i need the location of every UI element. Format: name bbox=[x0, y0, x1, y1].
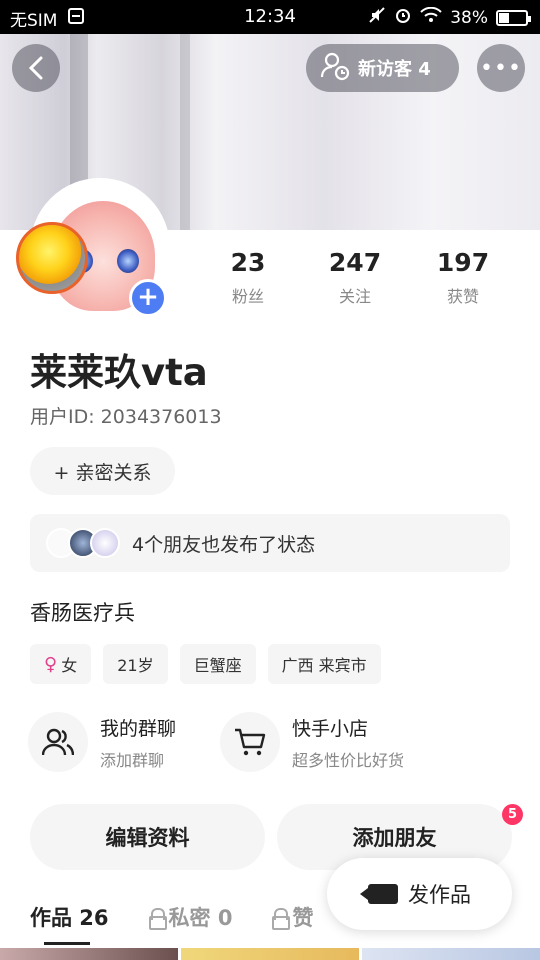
wifi-icon bbox=[420, 6, 442, 28]
avatar-pendant-icon bbox=[16, 222, 88, 294]
tab-works[interactable]: 作品 26 bbox=[30, 902, 109, 932]
location-tag: 广西 来宾市 bbox=[267, 644, 381, 684]
profile-name: 莱莱玖vta bbox=[30, 351, 208, 394]
friend-avatar bbox=[90, 528, 120, 558]
stat-following[interactable]: 247 关注 bbox=[310, 248, 400, 307]
age-tag: 21岁 bbox=[103, 644, 168, 684]
visitor-icon bbox=[320, 51, 350, 86]
edit-profile-button[interactable]: 编辑资料 bbox=[30, 804, 265, 870]
more-options-button[interactable]: ••• bbox=[477, 44, 525, 92]
alarm-icon bbox=[394, 6, 412, 29]
zodiac-tag: 巨蟹座 bbox=[179, 644, 256, 684]
feature-title: 快手小店 bbox=[292, 717, 369, 740]
new-visitors-button[interactable]: 新访客 4 bbox=[306, 44, 459, 92]
my-group-chat[interactable]: 我的群聊 添加群聊 bbox=[28, 712, 176, 772]
work-thumbnail[interactable] bbox=[0, 948, 178, 960]
visitor-label: 新访客 4 bbox=[358, 59, 431, 80]
stat-fans[interactable]: 23 粉丝 bbox=[203, 248, 293, 307]
user-id[interactable]: 用户ID: 2034376013 bbox=[30, 402, 222, 429]
lock-icon bbox=[272, 908, 291, 930]
publish-label: 发作品 bbox=[408, 883, 471, 907]
work-thumbnail[interactable] bbox=[362, 948, 540, 960]
gender-tag: ♀ 女 bbox=[30, 644, 92, 684]
back-button[interactable] bbox=[12, 44, 60, 92]
female-icon: ♀ bbox=[44, 653, 58, 675]
group-icon bbox=[28, 712, 88, 772]
stat-label: 关注 bbox=[338, 287, 371, 306]
work-thumbnail[interactable] bbox=[181, 948, 359, 960]
add-friend-badge: 5 bbox=[502, 804, 523, 825]
camera-icon bbox=[360, 884, 398, 904]
intimate-relation-button[interactable]: + 亲密关系 bbox=[30, 447, 175, 495]
stat-label: 获赞 bbox=[446, 287, 479, 306]
more-icon: ••• bbox=[480, 55, 522, 81]
works-grid bbox=[0, 948, 540, 960]
profile-tags: ♀ 女 21岁 巨蟹座 广西 来宾市 bbox=[30, 644, 381, 684]
friend-avatars bbox=[46, 528, 120, 558]
content-tabs: 作品 26 私密 0 赞 bbox=[30, 902, 313, 932]
battery-percent: 38% bbox=[450, 7, 488, 28]
feature-subtitle: 超多性价比好货 bbox=[292, 750, 405, 770]
tab-likes[interactable]: 赞 bbox=[272, 902, 313, 932]
friends-status-banner[interactable]: 4个朋友也发布了状态 bbox=[30, 514, 510, 572]
publish-button[interactable]: 发作品 bbox=[327, 858, 512, 930]
feature-title: 我的群聊 bbox=[100, 717, 177, 740]
lock-icon bbox=[148, 908, 167, 930]
add-avatar-button[interactable]: + bbox=[129, 279, 167, 317]
active-tab-indicator bbox=[44, 942, 90, 945]
battery-icon bbox=[496, 9, 531, 26]
friends-status-text: 4个朋友也发布了状态 bbox=[132, 533, 316, 556]
stat-label: 粉丝 bbox=[231, 287, 264, 306]
stat-number: 197 bbox=[436, 248, 490, 277]
stat-likes[interactable]: 197 获赞 bbox=[418, 248, 508, 307]
stat-number: 23 bbox=[230, 248, 266, 277]
profile-bio: 香肠医疗兵 bbox=[30, 601, 135, 625]
kuaishou-shop[interactable]: 快手小店 超多性价比好货 bbox=[220, 712, 404, 772]
status-bar: 无SIM 12:34 38% bbox=[0, 0, 540, 34]
cart-icon bbox=[220, 712, 280, 772]
tab-private[interactable]: 私密 0 bbox=[148, 902, 232, 932]
chevron-left-icon bbox=[28, 56, 43, 80]
feature-subtitle: 添加群聊 bbox=[100, 750, 165, 770]
mute-icon bbox=[368, 6, 386, 29]
stat-number: 247 bbox=[328, 248, 382, 277]
